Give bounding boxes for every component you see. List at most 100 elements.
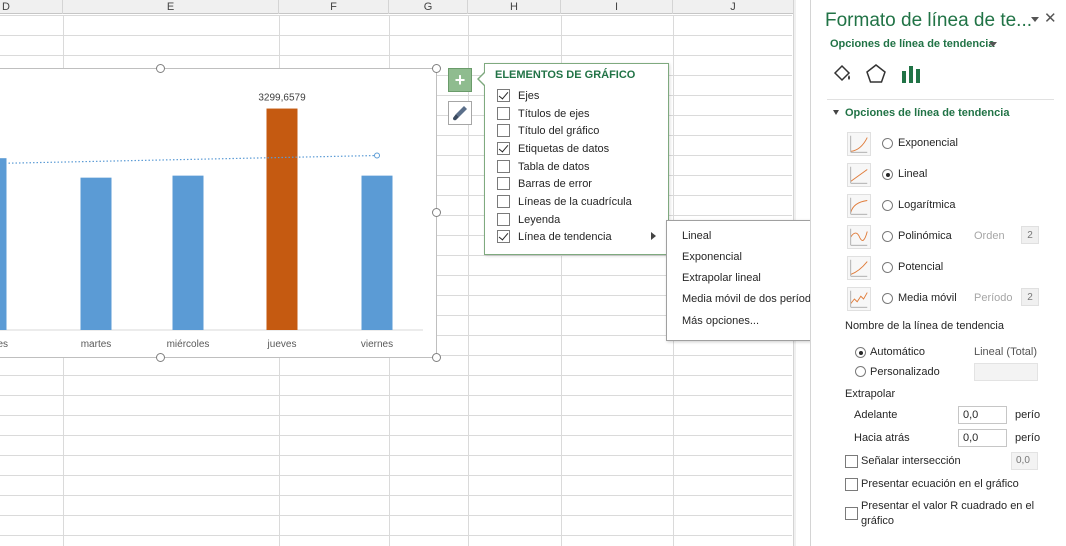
submenu-arrow-icon[interactable] — [651, 232, 656, 240]
chart-elements-button[interactable]: + — [448, 68, 472, 92]
chart-element-data-labels[interactable]: Etiquetas de datos — [497, 140, 662, 157]
automatic-name-radio[interactable] — [855, 347, 866, 358]
chart-element-gridlines[interactable]: Líneas de la cuadrícula — [497, 193, 662, 210]
resize-handle-top[interactable] — [156, 64, 165, 73]
custom-name-radio[interactable] — [855, 366, 866, 377]
checkbox[interactable] — [497, 107, 510, 120]
chevron-down-icon[interactable] — [989, 42, 997, 47]
order-stepper[interactable]: 2 — [1021, 226, 1039, 244]
exponential-trend-icon — [847, 132, 871, 156]
show-equation-label: Presentar ecuación en el gráfico — [861, 478, 1019, 490]
chart-element-legend[interactable]: Leyenda — [497, 211, 662, 228]
forward-input[interactable]: 0,0 — [958, 406, 1007, 424]
show-r-squared-checkbox[interactable] — [845, 507, 858, 520]
backward-input[interactable]: 0,0 — [958, 429, 1007, 447]
chart-element-data-table[interactable]: Tabla de datos — [497, 158, 662, 175]
column-header-h[interactable]: H — [468, 0, 561, 14]
radio-button[interactable] — [882, 169, 893, 180]
collapse-triangle-icon[interactable] — [833, 110, 839, 115]
chart-bar[interactable] — [0, 158, 7, 330]
chart-element-axis-titles[interactable]: Títulos de ejes — [497, 105, 662, 122]
checkbox[interactable] — [497, 195, 510, 208]
checkbox[interactable] — [497, 160, 510, 173]
forward-label: Adelante — [854, 409, 898, 421]
pane-options-selector[interactable]: Opciones de línea de tendencia — [830, 38, 994, 50]
checkbox[interactable] — [497, 230, 510, 243]
checkbox[interactable] — [497, 89, 510, 102]
submenu-item-linear-forecast[interactable]: Extrapolar lineal — [682, 272, 761, 284]
resize-handle-bottom[interactable] — [156, 353, 165, 362]
period-stepper[interactable]: 2 — [1021, 288, 1039, 306]
chart-element-label: Título del gráfico — [518, 124, 600, 137]
data-label[interactable]: 3299,6579 — [258, 93, 306, 104]
chart-element-chart-title[interactable]: Título del gráfico — [497, 122, 662, 139]
trend-type-power[interactable]: Potencial — [847, 256, 1047, 280]
resize-handle-bottom-right[interactable] — [432, 353, 441, 362]
automatic-name-value: Lineal (Total) — [974, 346, 1037, 358]
trendline-handle[interactable] — [374, 152, 380, 159]
column-header-j[interactable]: J — [673, 0, 793, 14]
category-label: martes — [81, 339, 112, 350]
column-header-d[interactable]: D — [0, 0, 63, 14]
chart-bar[interactable] — [172, 175, 204, 330]
checkbox[interactable] — [497, 177, 510, 190]
radio-button[interactable] — [882, 200, 893, 211]
column-header-i[interactable]: I — [561, 0, 673, 14]
column-header-e[interactable]: E — [63, 0, 279, 14]
chart-bar[interactable] — [80, 177, 112, 330]
show-equation-checkbox[interactable] — [845, 478, 858, 491]
radio-button[interactable] — [882, 231, 893, 242]
checkbox[interactable] — [497, 213, 510, 226]
close-icon[interactable]: ✕ — [1044, 9, 1057, 27]
set-intercept-checkbox[interactable] — [845, 455, 858, 468]
fill-line-icon[interactable] — [830, 62, 854, 86]
trend-type-polynomial[interactable]: Polinómica Orden 2 — [847, 225, 1047, 249]
pane-options-dropdown-icon[interactable] — [1031, 17, 1039, 22]
column-header-g[interactable]: G — [389, 0, 468, 14]
radio-button[interactable] — [882, 138, 893, 149]
effects-icon[interactable] — [864, 62, 888, 86]
section-title[interactable]: Opciones de línea de tendencia — [845, 107, 1009, 119]
trendline-options-icon[interactable] — [899, 62, 923, 86]
category-label: viernes — [361, 339, 393, 350]
intercept-input[interactable]: 0,0 — [1011, 452, 1038, 470]
chart-element-axes[interactable]: Ejes — [497, 87, 662, 104]
divider — [827, 99, 1054, 100]
trend-type-exponential[interactable]: Exponencial — [847, 132, 1047, 156]
trend-type-logarithmic[interactable]: Logarítmica — [847, 194, 1047, 218]
trend-type-label: Polinómica — [898, 230, 952, 242]
resize-handle-top-right[interactable] — [432, 64, 441, 73]
trend-type-linear[interactable]: Lineal — [847, 163, 1047, 187]
custom-name-input[interactable] — [974, 363, 1038, 381]
linear-trend-icon — [847, 163, 871, 187]
radio-button[interactable] — [882, 293, 893, 304]
format-trendline-pane: Formato de línea de te... ✕ Opciones de … — [810, 0, 1066, 546]
chart-plot[interactable]: es martes miércoles jueves viernes 3299,6579 — [0, 69, 438, 359]
resize-handle-right[interactable] — [432, 208, 441, 217]
chart-styles-button[interactable] — [448, 101, 472, 125]
show-r-squared-label: Presentar el valor R cuadrado en el — [861, 500, 1035, 512]
checkbox[interactable] — [497, 124, 510, 137]
checkbox[interactable] — [497, 142, 510, 155]
set-intercept-label: Señalar intersección — [861, 455, 961, 467]
column-header-f[interactable]: F — [279, 0, 389, 14]
submenu-item-linear[interactable]: Lineal — [682, 230, 711, 242]
grid-line — [468, 15, 469, 546]
plus-icon: + — [454, 70, 466, 90]
radio-button[interactable] — [882, 262, 893, 273]
trend-type-moving-average[interactable]: Media móvil Período 2 — [847, 287, 1047, 311]
chart-bar[interactable] — [361, 175, 393, 330]
submenu-item-more-options[interactable]: Más opciones... — [682, 315, 759, 327]
polynomial-trend-icon — [847, 225, 871, 249]
submenu-item-exponential[interactable]: Exponencial — [682, 251, 742, 263]
category-label: miércoles — [167, 339, 210, 350]
chart-element-error-bars[interactable]: Barras de error — [497, 175, 662, 192]
trend-type-label: Logarítmica — [898, 199, 956, 211]
chart-element-trendline[interactable]: Línea de tendencia — [497, 228, 662, 245]
submenu-item-moving-average[interactable]: Media móvil de dos períodos — [682, 293, 823, 305]
paintbrush-icon — [453, 106, 467, 121]
trend-type-label: Exponencial — [898, 137, 958, 149]
chart-bar[interactable] — [266, 108, 298, 330]
trendline[interactable] — [0, 154, 378, 164]
chart-area[interactable]: es martes miércoles jueves viernes 3299,6579 — [0, 68, 437, 358]
